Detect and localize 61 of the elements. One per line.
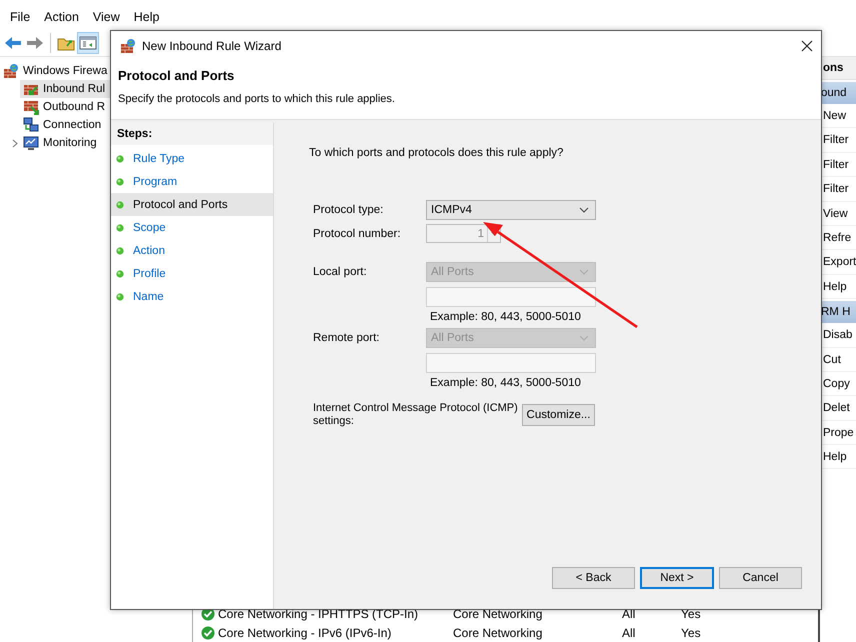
step-item[interactable]: Scope bbox=[111, 216, 273, 239]
pane-title: ons bbox=[820, 57, 856, 80]
table-cell-text: All bbox=[622, 606, 636, 620]
dot-icon bbox=[116, 154, 124, 162]
monitor-icon bbox=[23, 135, 39, 151]
question-text: To which ports and protocols does this rule apply? bbox=[309, 146, 564, 160]
table-cell-text: All bbox=[622, 626, 636, 640]
wizard-button[interactable]: < Back bbox=[552, 567, 635, 589]
table-cell-text: Yes bbox=[681, 626, 702, 640]
protocol-dropdown[interactable]: ICMPv4 bbox=[426, 200, 596, 220]
example-text: Example: 80, 443, 5000-5010 bbox=[429, 376, 581, 390]
chevron-down-icon bbox=[579, 269, 589, 275]
dot-icon bbox=[116, 224, 124, 232]
menu-item[interactable]: Action bbox=[37, 8, 86, 30]
dot-icon bbox=[116, 178, 124, 186]
check-icon bbox=[201, 626, 215, 640]
field-label: Protocol number: bbox=[312, 228, 402, 240]
menu-item[interactable]: File bbox=[3, 8, 38, 30]
step-item[interactable]: Protocol and Ports bbox=[111, 193, 273, 216]
table-cell-text: Yes bbox=[681, 606, 702, 620]
section-header: RM H bbox=[820, 301, 856, 324]
wizard-button[interactable]: Cancel bbox=[719, 567, 802, 589]
port-field[interactable] bbox=[426, 353, 596, 373]
table-cell-text: Core Networking bbox=[453, 626, 544, 640]
step-item[interactable]: Name bbox=[111, 285, 273, 308]
dot-icon bbox=[116, 292, 124, 300]
panel-icon bbox=[79, 35, 97, 51]
step-item[interactable]: Rule Type bbox=[111, 147, 273, 170]
firewall-globe-icon bbox=[120, 38, 136, 54]
example-text: Example: 80, 443, 5000-5010 bbox=[429, 310, 581, 324]
section-header: ound bbox=[820, 82, 856, 104]
chevron-icon bbox=[12, 138, 18, 148]
customize-button[interactable]: Customize... bbox=[522, 404, 595, 426]
dot-icon bbox=[116, 200, 124, 208]
wizard-button[interactable]: Next > bbox=[640, 567, 714, 589]
field-label: Protocol type: bbox=[312, 204, 384, 216]
dot-icon bbox=[116, 246, 124, 254]
step-item[interactable]: Action bbox=[111, 239, 273, 262]
forward-arrow-icon[interactable] bbox=[26, 36, 44, 50]
field-label: Local port: bbox=[312, 266, 368, 278]
dot-icon bbox=[116, 270, 124, 278]
computers-icon bbox=[23, 117, 39, 133]
chevron-down-icon bbox=[579, 207, 589, 213]
menu-item[interactable]: View bbox=[86, 8, 127, 30]
steps-title: Steps: bbox=[111, 123, 273, 145]
window-title: New Inbound Rule Wizard bbox=[142, 38, 282, 52]
port-field[interactable] bbox=[426, 287, 596, 307]
table-cell-text: Core Networking bbox=[453, 606, 544, 620]
menu-item[interactable]: Help bbox=[126, 8, 166, 30]
chevron-down-icon bbox=[579, 335, 589, 341]
step-item[interactable]: Profile bbox=[111, 262, 273, 285]
firewall-arrow-icon bbox=[23, 99, 39, 115]
show-tree-button[interactable] bbox=[77, 32, 99, 54]
icmp-label: Internet Control Message Protocol (ICMP) settings: bbox=[312, 402, 519, 428]
close-icon[interactable] bbox=[801, 40, 813, 52]
table-cell: Core Networking - IPv6 (IPv6-In) bbox=[218, 626, 392, 640]
table-cell: Core Networking - IPHTTPS (TCP-In) bbox=[218, 606, 418, 620]
field-label: Remote port: bbox=[312, 332, 380, 344]
step-item[interactable]: Program bbox=[111, 170, 273, 193]
back-arrow-icon[interactable] bbox=[4, 36, 22, 50]
firewall-globe-icon bbox=[3, 63, 19, 79]
